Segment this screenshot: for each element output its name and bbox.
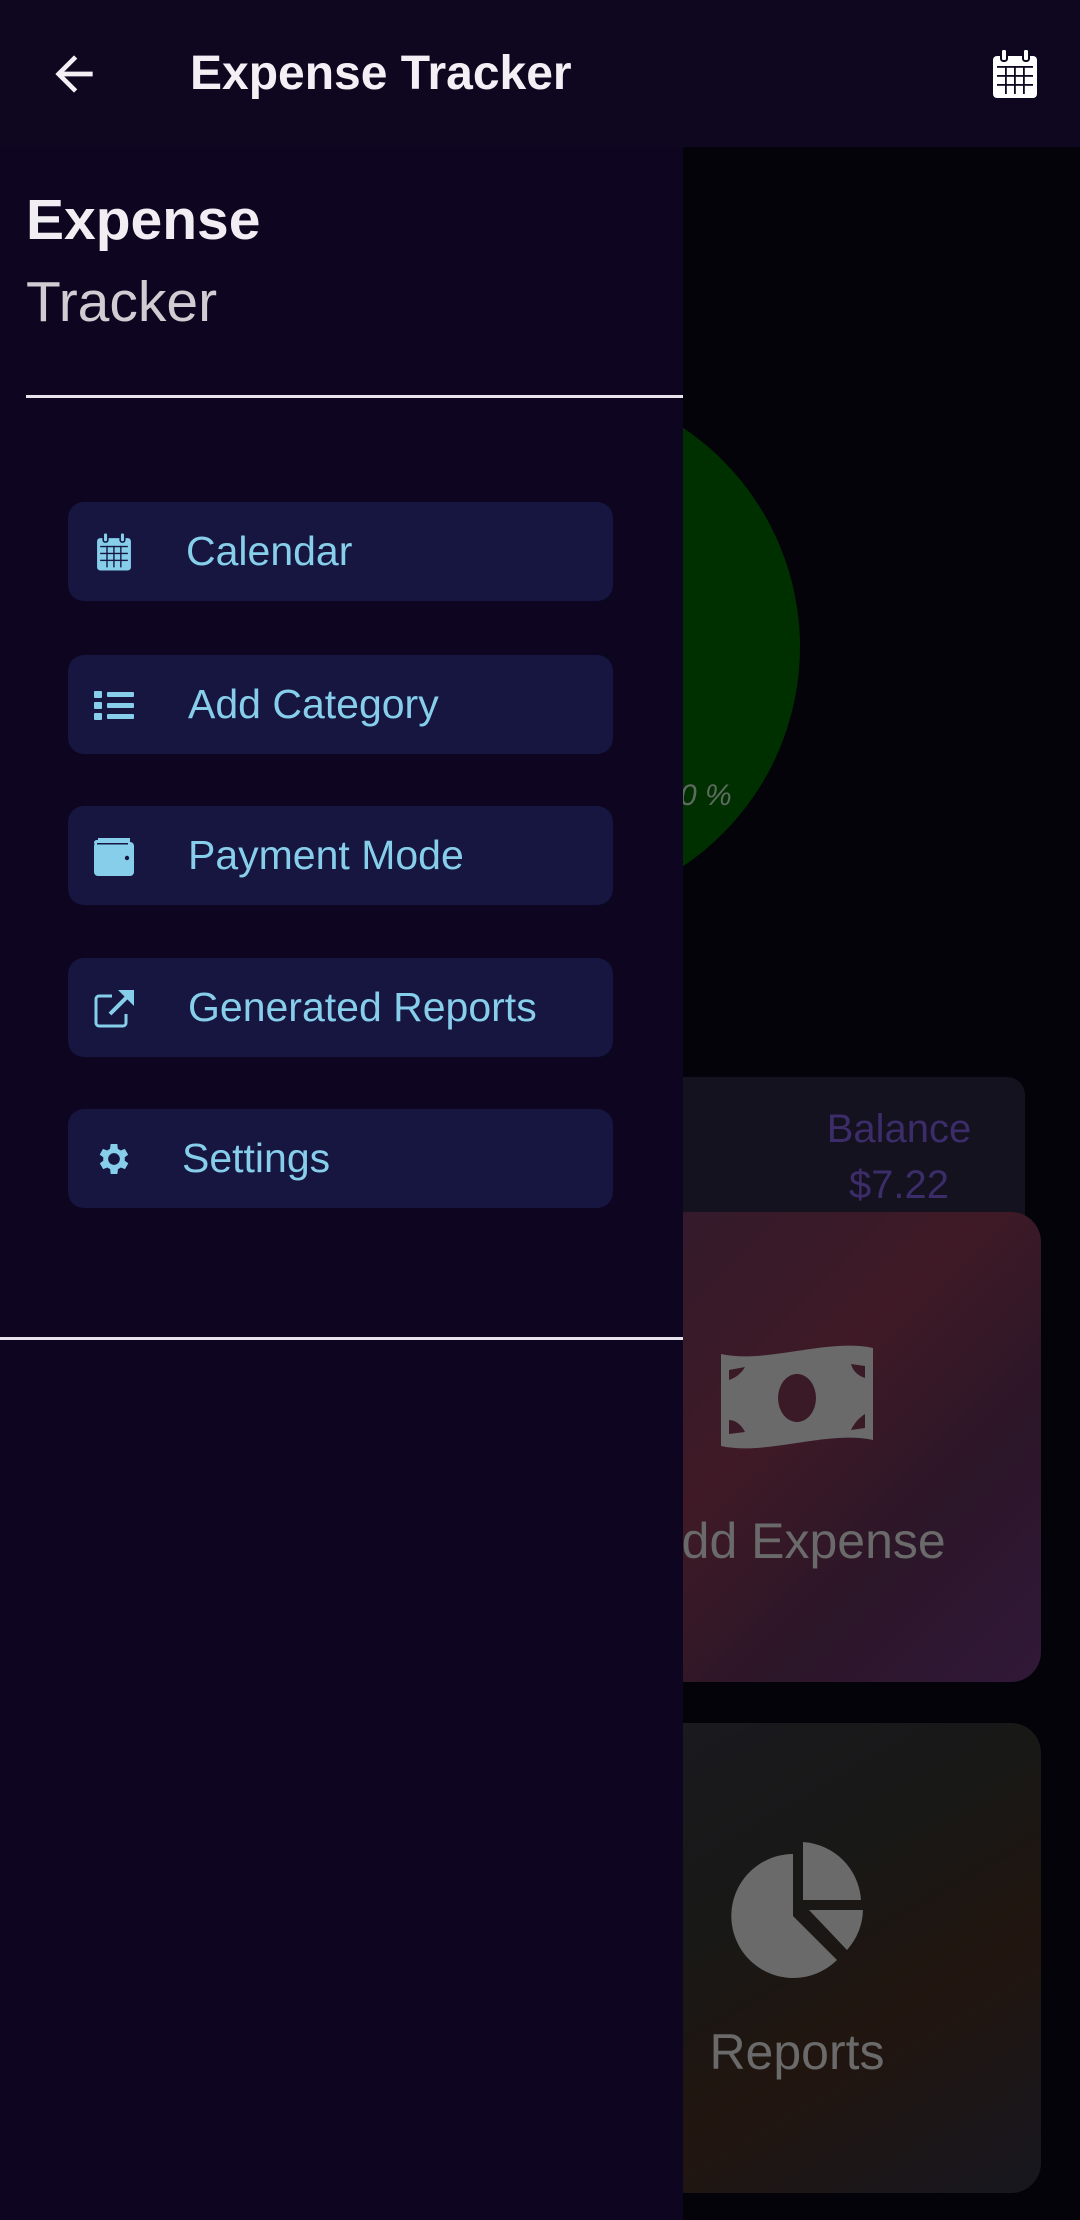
drawer-item-payment-mode[interactable]: Payment Mode [68,806,613,905]
drawer-title: Expense [26,188,261,252]
external-link-icon [94,990,134,1028]
app-title: Expense Tracker [190,47,572,100]
pie-percent-label: 0 % [680,779,732,812]
gear-icon [99,1144,129,1174]
drawer-item-label: Add Category [188,681,439,727]
calendar-icon [97,532,131,571]
navigation-drawer: Expense Tracker Calendar Add Category Pa… [0,147,683,2220]
wallet-icon [94,838,134,876]
calendar-icon[interactable] [990,48,1040,100]
drawer-item-label: Generated Reports [188,984,537,1030]
list-icon [94,691,134,720]
arrow-left-icon[interactable] [46,46,102,102]
app-bar: Expense Tracker [0,0,1080,147]
balance-value: $7.22 [848,1163,950,1207]
balance-label: Balance [826,1107,972,1151]
drawer-item-add-category[interactable]: Add Category [68,655,613,754]
divider [0,1337,683,1340]
drawer-item-settings[interactable]: Settings [68,1109,613,1208]
drawer-item-calendar[interactable]: Calendar [68,502,613,601]
drawer-subtitle: Tracker [26,270,218,334]
drawer-item-generated-reports[interactable]: Generated Reports [68,958,613,1057]
drawer-item-label: Settings [182,1135,331,1181]
drawer-item-label: Calendar [186,528,353,574]
drawer-item-label: Payment Mode [188,832,464,878]
divider [26,395,683,398]
money-bill-icon [721,1345,873,1449]
pie-chart-icon [730,1842,863,1978]
